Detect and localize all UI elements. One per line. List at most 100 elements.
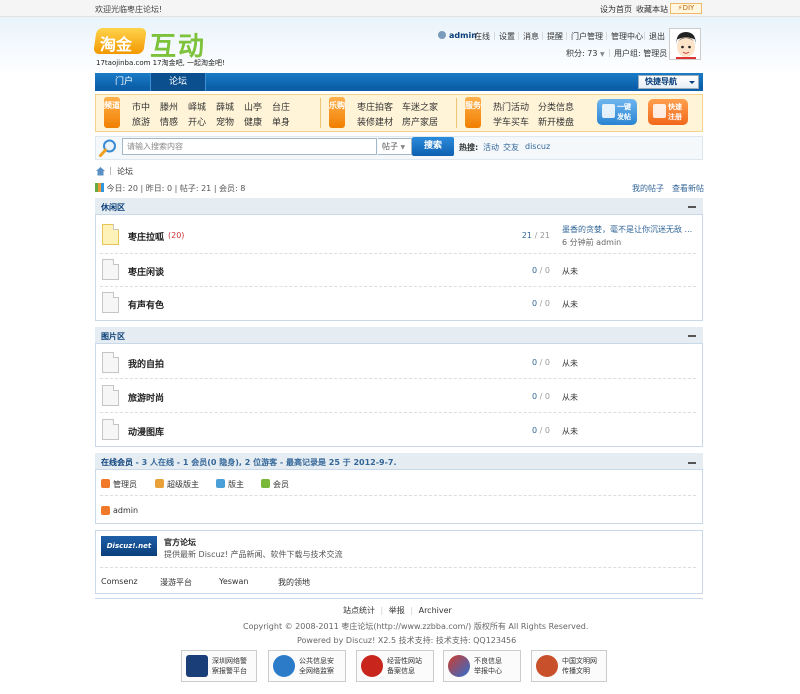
forum-name-link[interactable]: 动漫图库 bbox=[128, 425, 164, 438]
online-summary: 在线会员 - 3 人在线 - 1 会员(0 隐身), 2 位游客 - 最高记录是… bbox=[101, 457, 397, 468]
subnav-link[interactable]: 旅游 bbox=[132, 115, 150, 128]
quick-register-button[interactable]: 快速 注册 bbox=[648, 99, 688, 125]
subnav-link[interactable]: 新开楼盘 bbox=[538, 115, 574, 128]
subnav-link[interactable]: 开心 bbox=[188, 115, 206, 128]
breadcrumb-current: 论坛 bbox=[117, 167, 133, 176]
bad-info-report-badge[interactable]: 不良信息 举报中心 bbox=[443, 650, 521, 682]
quick-nav-button[interactable]: 快捷导航 bbox=[638, 75, 699, 89]
usergroup-link[interactable]: 用户组: 管理员 bbox=[614, 48, 667, 59]
forum-counts: 0 / 0 bbox=[532, 299, 550, 308]
set-homepage-link[interactable]: 设为首页 bbox=[600, 4, 632, 15]
subnav-link[interactable]: 滕州 bbox=[160, 100, 178, 113]
subnav-link[interactable]: 单身 bbox=[272, 115, 290, 128]
logout-link[interactable]: 退出 bbox=[649, 31, 665, 42]
discuz-logo[interactable]: Discuz!.net bbox=[101, 536, 157, 556]
avatar-face-icon bbox=[670, 29, 700, 59]
portal-admin-link[interactable]: 门户管理 bbox=[571, 31, 603, 42]
forum-counts: 21 / 21 bbox=[521, 231, 550, 240]
last-post-none: 从未 bbox=[562, 300, 578, 309]
subnav-link[interactable]: 市中 bbox=[132, 100, 150, 113]
search-type-select[interactable]: 帖子 ▼ bbox=[378, 138, 412, 155]
subnav-link[interactable]: 台庄 bbox=[272, 100, 290, 113]
notifications-link[interactable]: 提醒 bbox=[547, 31, 563, 42]
official-forum-desc: 提供最新 Discuz! 产品新闻、软件下载与技术交流 bbox=[164, 550, 343, 559]
forum-threads: 0 bbox=[532, 426, 538, 435]
logo-badge-text: 淘金 bbox=[100, 35, 133, 54]
admin-role-icon bbox=[101, 506, 110, 515]
nav-tab-portal[interactable]: 门户 bbox=[100, 73, 148, 91]
powered-by-text: Powered by Discuz! X2.5 技术支持: 技术支持: QQ12… bbox=[297, 636, 517, 645]
forum-name-link[interactable]: 枣庄拉呱 bbox=[128, 230, 164, 243]
hot-search-link[interactable]: 交友 bbox=[503, 142, 519, 153]
forum-name-link[interactable]: 有声有色 bbox=[128, 298, 164, 311]
add-favorite-link[interactable]: 收藏本站 bbox=[636, 4, 668, 15]
friend-link[interactable]: 漫游平台 bbox=[160, 577, 192, 588]
badge-line1: 公共信息安 bbox=[299, 657, 334, 665]
hot-search-link[interactable]: discuz bbox=[525, 142, 550, 151]
forum-name-link[interactable]: 我的自拍 bbox=[128, 357, 164, 370]
forum-section-pictures bbox=[95, 327, 703, 447]
forum-section-leisure bbox=[95, 198, 703, 321]
settings-link[interactable]: 设置 bbox=[499, 31, 515, 42]
archiver-link[interactable]: Archiver bbox=[419, 606, 452, 615]
username-link[interactable]: admin bbox=[449, 31, 477, 40]
subnav-link[interactable]: 峄城 bbox=[188, 100, 206, 113]
logo-slogan: 17taojinba.com 17淘金吧, 一起淘金吧! bbox=[96, 59, 225, 67]
forum-icon bbox=[102, 385, 119, 406]
search-button[interactable]: 搜索 bbox=[412, 137, 454, 156]
role-label: 超级版主 bbox=[167, 480, 199, 489]
nav-tab-forum[interactable]: 论坛 bbox=[150, 73, 206, 91]
home-icon[interactable] bbox=[95, 166, 106, 176]
diy-button[interactable]: ⚡DIY bbox=[670, 3, 702, 14]
post-icon bbox=[602, 104, 615, 118]
civilization-icon bbox=[536, 655, 558, 677]
friend-link[interactable]: Yeswan bbox=[219, 577, 248, 586]
security-badge[interactable]: 公共信息安 全网络监察 bbox=[268, 650, 346, 682]
collapse-icon[interactable] bbox=[688, 206, 696, 208]
subnav-link[interactable]: 山亭 bbox=[244, 100, 262, 113]
online-user-link[interactable]: admin bbox=[113, 506, 138, 515]
forum-name-link[interactable]: 旅游时尚 bbox=[128, 391, 164, 404]
collapse-icon[interactable] bbox=[688, 335, 696, 337]
report-center-icon bbox=[448, 655, 470, 677]
subnav-link[interactable]: 薛城 bbox=[216, 100, 234, 113]
subnav-link[interactable]: 枣庄拍客 bbox=[357, 100, 393, 113]
police-report-badge[interactable]: 深圳网络警 察报警平台 bbox=[181, 650, 257, 682]
forum-name-link[interactable]: 枣庄闲谈 bbox=[128, 265, 164, 278]
search-input[interactable]: 请输入搜索内容 bbox=[122, 138, 377, 155]
collapse-icon[interactable] bbox=[688, 462, 696, 464]
subnav-link[interactable]: 学车买车 bbox=[493, 115, 529, 128]
quick-post-button[interactable]: 一键 发帖 bbox=[597, 99, 637, 125]
messages-link[interactable]: 消息 bbox=[523, 31, 539, 42]
friend-link[interactable]: 我的领地 bbox=[278, 577, 310, 588]
forum-counts: 0 / 0 bbox=[532, 392, 550, 401]
forum-posts: 0 bbox=[544, 392, 550, 401]
hot-search-link[interactable]: 活动 bbox=[483, 142, 499, 153]
my-threads-link[interactable]: 我的帖子 bbox=[632, 183, 664, 194]
subnav-link[interactable]: 热门活动 bbox=[493, 100, 529, 113]
report-link[interactable]: 举报 bbox=[389, 606, 405, 615]
friend-link[interactable]: Comsenz bbox=[101, 577, 138, 586]
subnav-link[interactable]: 分类信息 bbox=[538, 100, 574, 113]
welcome-text: 欢迎光临枣庄论坛! bbox=[95, 5, 163, 14]
forum-threads: 0 bbox=[532, 392, 538, 401]
score-link[interactable]: 积分: 73 ▼ bbox=[566, 48, 605, 59]
forum-counts: 0 / 0 bbox=[532, 426, 550, 435]
civilization-badge[interactable]: 中国文明网 传播文明 bbox=[531, 650, 607, 682]
icp-badge[interactable]: 经营性网站 备案信息 bbox=[356, 650, 434, 682]
admin-center-link[interactable]: 管理中心 bbox=[611, 31, 643, 42]
subnav-link[interactable]: 房产家居 bbox=[402, 115, 438, 128]
subnav-link[interactable]: 情感 bbox=[160, 115, 178, 128]
new-threads-link[interactable]: 查看新帖 bbox=[672, 183, 704, 194]
admin-role-icon bbox=[101, 479, 110, 488]
site-stats-link[interactable]: 站点统计 bbox=[343, 606, 375, 615]
subnav-link[interactable]: 健康 bbox=[244, 115, 262, 128]
subnav-link[interactable]: 车迷之家 bbox=[402, 100, 438, 113]
avatar[interactable] bbox=[669, 28, 701, 60]
subnav-link[interactable]: 装修建材 bbox=[357, 115, 393, 128]
register-icon bbox=[653, 104, 666, 118]
subnav-link[interactable]: 宠物 bbox=[216, 115, 234, 128]
last-post-link[interactable]: 墨香的贪婪，毫不是让你沉迷无敌 ... bbox=[562, 224, 692, 235]
official-forum-link[interactable]: 官方论坛 bbox=[164, 537, 196, 548]
moderator-role-icon bbox=[216, 479, 225, 488]
